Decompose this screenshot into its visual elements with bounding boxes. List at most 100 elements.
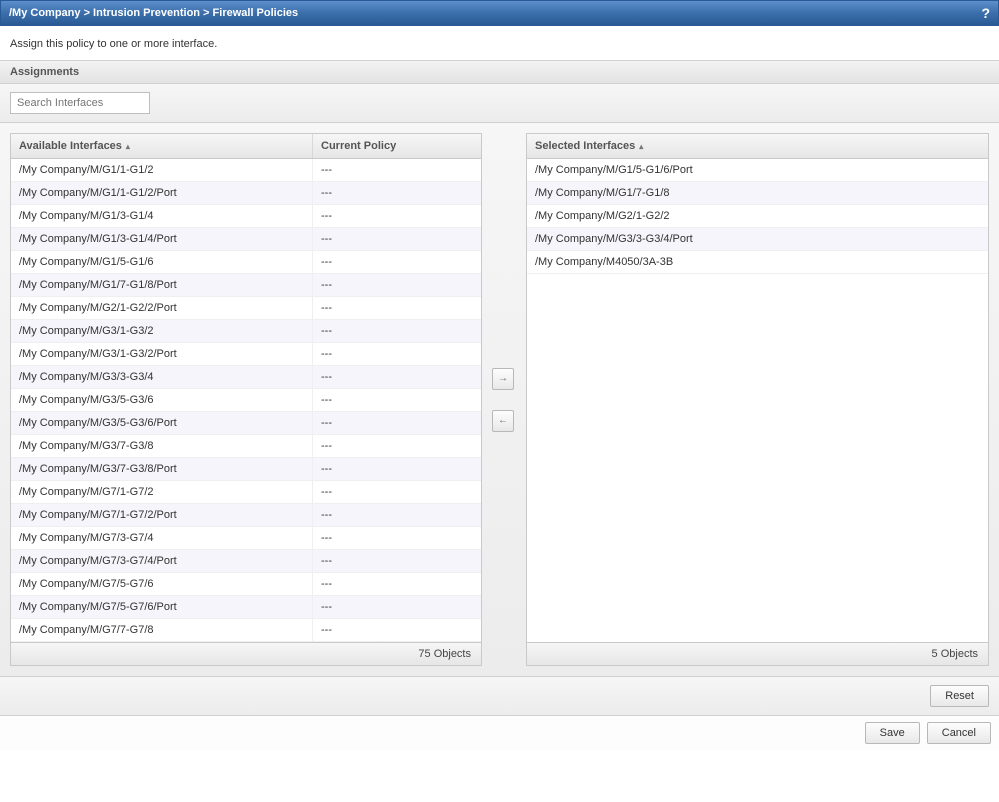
search-input[interactable] [10, 92, 150, 114]
table-row[interactable]: /My Company/M/G3/5-G3/6/Port--- [11, 412, 481, 435]
reset-button[interactable]: Reset [930, 685, 989, 707]
interface-policy: --- [313, 412, 481, 434]
cancel-button[interactable]: Cancel [927, 722, 991, 744]
interface-name: /My Company/M/G1/5-G1/6/Port [527, 159, 988, 181]
table-row[interactable]: /My Company/M/G7/1-G7/2/Port--- [11, 504, 481, 527]
interface-name: /My Company/M/G3/7-G3/8 [11, 435, 313, 457]
section-title: Assignments [0, 60, 999, 84]
interface-policy: --- [313, 458, 481, 480]
table-row[interactable]: /My Company/M/G7/1-G7/2--- [11, 481, 481, 504]
available-list[interactable]: /My Company/M/G1/1-G1/2---/My Company/M/… [11, 159, 481, 642]
table-row[interactable]: /My Company/M/G1/3-G1/4--- [11, 205, 481, 228]
interface-policy: --- [313, 573, 481, 595]
table-row[interactable]: /My Company/M/G1/7-G1/8 [527, 182, 988, 205]
interface-name: /My Company/M/G7/1-G7/2/Port [11, 504, 313, 526]
interface-policy: --- [313, 619, 481, 641]
table-row[interactable]: /My Company/M/G7/5-G7/6--- [11, 573, 481, 596]
table-row[interactable]: /My Company/M/G3/3-G3/4/Port [527, 228, 988, 251]
table-row[interactable]: /My Company/M/G1/1-G1/2/Port--- [11, 182, 481, 205]
table-row[interactable]: /My Company/M/G3/5-G3/6--- [11, 389, 481, 412]
available-header-name[interactable]: Available Interfaces [11, 134, 313, 158]
table-row[interactable]: /My Company/M/G2/1-G2/2 [527, 205, 988, 228]
interface-name: /My Company/M/G3/1-G3/2 [11, 320, 313, 342]
interface-name: /My Company/M/G1/5-G1/6 [11, 251, 313, 273]
available-panel: Available Interfaces Current Policy /My … [10, 133, 482, 666]
assignment-area: Available Interfaces Current Policy /My … [0, 123, 999, 676]
interface-name: /My Company/M/G3/3-G3/4/Port [527, 228, 988, 250]
reset-bar: Reset [0, 676, 999, 715]
table-row[interactable]: /My Company/M/G3/7-G3/8/Port--- [11, 458, 481, 481]
search-bar [0, 84, 999, 123]
table-row[interactable]: /My Company/M4050/3A-3B [527, 251, 988, 274]
available-header-policy[interactable]: Current Policy [313, 134, 481, 158]
interface-name: /My Company/M/G1/1-G1/2/Port [11, 182, 313, 204]
interface-name: /My Company/M/G1/1-G1/2 [11, 159, 313, 181]
interface-name: /My Company/M/G7/5-G7/6 [11, 573, 313, 595]
save-button[interactable]: Save [865, 722, 920, 744]
breadcrumb-text: /My Company > Intrusion Prevention > Fir… [9, 7, 298, 19]
instruction-text: Assign this policy to one or more interf… [0, 26, 999, 60]
table-row[interactable]: /My Company/M/G1/1-G1/2--- [11, 159, 481, 182]
interface-policy: --- [313, 596, 481, 618]
table-row[interactable]: /My Company/M/G3/3-G3/4--- [11, 366, 481, 389]
interface-name: /My Company/M/G3/1-G3/2/Port [11, 343, 313, 365]
arrow-right-icon: → [498, 373, 508, 384]
interface-policy: --- [313, 182, 481, 204]
interface-name: /My Company/M/G1/3-G1/4 [11, 205, 313, 227]
table-row[interactable]: /My Company/M/G2/1-G2/2/Port--- [11, 297, 481, 320]
shuttle-controls: → ← [492, 133, 516, 666]
interface-name: /My Company/M/G2/1-G2/2/Port [11, 297, 313, 319]
selected-count: 5 Objects [527, 642, 988, 665]
interface-name: /My Company/M/G7/7-G7/8 [11, 619, 313, 641]
interface-name: /My Company/M/G7/3-G7/4 [11, 527, 313, 549]
interface-name: /My Company/M/G7/3-G7/4/Port [11, 550, 313, 572]
add-button[interactable]: → [492, 368, 514, 390]
table-row[interactable]: /My Company/M/G3/1-G3/2/Port--- [11, 343, 481, 366]
interface-policy: --- [313, 251, 481, 273]
interface-name: /My Company/M/G3/7-G3/8/Port [11, 458, 313, 480]
interface-policy: --- [313, 527, 481, 549]
breadcrumb-bar: /My Company > Intrusion Prevention > Fir… [0, 0, 999, 26]
table-row[interactable]: /My Company/M/G3/1-G3/2--- [11, 320, 481, 343]
interface-policy: --- [313, 297, 481, 319]
interface-policy: --- [313, 205, 481, 227]
arrow-left-icon: ← [498, 415, 508, 426]
table-row[interactable]: /My Company/M/G1/3-G1/4/Port--- [11, 228, 481, 251]
selected-panel: Selected Interfaces /My Company/M/G1/5-G… [526, 133, 989, 666]
remove-button[interactable]: ← [492, 410, 514, 432]
table-row[interactable]: /My Company/M/G1/5-G1/6--- [11, 251, 481, 274]
table-row[interactable]: /My Company/M/G1/7-G1/8/Port--- [11, 274, 481, 297]
interface-name: /My Company/M/G1/3-G1/4/Port [11, 228, 313, 250]
interface-name: /My Company/M/G1/7-G1/8/Port [11, 274, 313, 296]
interface-name: /My Company/M/G3/3-G3/4 [11, 366, 313, 388]
selected-list[interactable]: /My Company/M/G1/5-G1/6/Port/My Company/… [527, 159, 988, 642]
help-icon[interactable]: ? [981, 5, 990, 21]
available-header: Available Interfaces Current Policy [11, 134, 481, 159]
interface-policy: --- [313, 550, 481, 572]
interface-policy: --- [313, 274, 481, 296]
interface-policy: --- [313, 481, 481, 503]
interface-name: /My Company/M/G7/1-G7/2 [11, 481, 313, 503]
table-row[interactable]: /My Company/M/G3/7-G3/8--- [11, 435, 481, 458]
interface-policy: --- [313, 343, 481, 365]
interface-name: /My Company/M/G2/1-G2/2 [527, 205, 988, 227]
table-row[interactable]: /My Company/M/G7/3-G7/4--- [11, 527, 481, 550]
table-row[interactable]: /My Company/M/G1/5-G1/6/Port [527, 159, 988, 182]
interface-name: /My Company/M/G3/5-G3/6 [11, 389, 313, 411]
selected-header: Selected Interfaces [527, 134, 988, 159]
interface-policy: --- [313, 320, 481, 342]
interface-policy: --- [313, 366, 481, 388]
table-row[interactable]: /My Company/M/G7/3-G7/4/Port--- [11, 550, 481, 573]
interface-policy: --- [313, 504, 481, 526]
table-row[interactable]: /My Company/M/G7/5-G7/6/Port--- [11, 596, 481, 619]
interface-policy: --- [313, 435, 481, 457]
selected-header-name[interactable]: Selected Interfaces [527, 134, 988, 158]
interface-policy: --- [313, 389, 481, 411]
available-count: 75 Objects [11, 642, 481, 665]
interface-name: /My Company/M4050/3A-3B [527, 251, 988, 273]
table-row[interactable]: /My Company/M/G7/7-G7/8--- [11, 619, 481, 642]
interface-name: /My Company/M/G7/5-G7/6/Port [11, 596, 313, 618]
interface-name: /My Company/M/G3/5-G3/6/Port [11, 412, 313, 434]
interface-policy: --- [313, 159, 481, 181]
footer-bar: Save Cancel [0, 715, 999, 750]
